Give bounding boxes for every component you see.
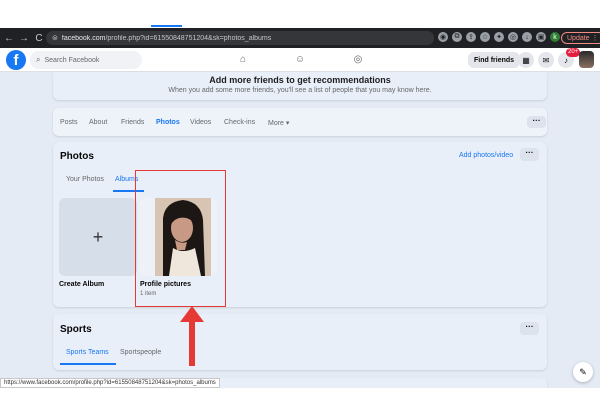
edit-compose-icon[interactable]: ✎	[573, 362, 593, 382]
messenger-icon[interactable]: ✉	[538, 52, 554, 68]
add-photos-link[interactable]: Add photos/video	[459, 152, 513, 159]
download-icon[interactable]: ↓	[522, 32, 532, 42]
side-panel-icon[interactable]: ▣	[536, 32, 546, 42]
tab-sports-teams[interactable]: Sports Teams	[66, 349, 109, 356]
update-label: Update	[567, 34, 590, 42]
site-info-icon[interactable]: ⊜	[52, 34, 58, 42]
google-lens-icon[interactable]: ◉	[438, 32, 448, 42]
bookmark-star-icon[interactable]: ☆	[480, 32, 490, 42]
photos-title: Photos	[60, 151, 94, 162]
sports-more-button[interactable]: ···	[520, 322, 539, 335]
update-button[interactable]: Update ⋮	[561, 32, 600, 44]
reload-button[interactable]: C	[33, 33, 45, 44]
groups-icon[interactable]: ◎	[351, 54, 365, 66]
create-album-tile[interactable]: +	[59, 198, 137, 276]
menu-grid-icon[interactable]: ▦	[518, 52, 534, 68]
sports-section: Sports ··· Sports Teams Sportspeople	[53, 314, 547, 370]
home-icon[interactable]: ⌂	[236, 54, 250, 66]
sports-tab-indicator	[60, 363, 116, 365]
extension-icon[interactable]: ◎	[508, 32, 518, 42]
search-input[interactable]: ⌕ Search Facebook	[30, 51, 142, 69]
search-icon: ⌕	[36, 55, 41, 64]
account-avatar[interactable]	[579, 51, 594, 68]
tab-sportspeople[interactable]: Sportspeople	[120, 349, 161, 356]
translate-icon[interactable]: ⧉	[452, 32, 462, 42]
find-friends-button[interactable]: Find friends	[468, 52, 521, 68]
top-margin	[0, 0, 600, 28]
browser-toolbar: ← → C ⊜ facebook.com/profile.php?id=6155…	[0, 28, 600, 48]
tab-friends[interactable]: Friends	[121, 119, 144, 126]
share-icon[interactable]: ⇪	[466, 32, 476, 42]
highlight-rectangle	[135, 170, 226, 307]
tab-more[interactable]: More ▾	[268, 119, 289, 127]
photos-section: Photos Add photos/video ··· Your Photos …	[53, 142, 547, 307]
tab-about[interactable]: About	[89, 119, 107, 126]
photos-more-button[interactable]: ···	[520, 148, 539, 161]
create-album-label[interactable]: Create Album	[59, 281, 104, 288]
profile-more-button[interactable]: ···	[527, 116, 546, 128]
tab-your-photos[interactable]: Your Photos	[66, 176, 104, 183]
url-path: /profile.php?id=61550848751204&sk=photos…	[105, 34, 272, 42]
recommendations-card: Add more friends to get recommendations …	[53, 72, 547, 100]
search-placeholder: Search Facebook	[44, 56, 100, 64]
user-profile-icon[interactable]: k	[550, 32, 560, 42]
tab-check-ins[interactable]: Check-ins	[224, 119, 255, 126]
url-host: facebook.com	[61, 34, 106, 42]
bottom-margin	[0, 388, 600, 400]
extension-icons: ◉ ⧉ ⇪ ☆ ✦ ◎ ↓ ▣ k	[438, 32, 560, 42]
tab-posts[interactable]: Posts	[60, 119, 78, 126]
facebook-logo-icon[interactable]: f	[6, 50, 26, 70]
address-bar[interactable]: ⊜ facebook.com/profile.php?id=6155084875…	[46, 31, 434, 45]
facebook-header: f ⌕ Search Facebook ⌂ ☺ ◎ Find friends ▦…	[0, 48, 600, 72]
forward-button[interactable]: →	[18, 33, 30, 44]
plus-icon: +	[92, 226, 104, 247]
recommendations-title: Add more friends to get recommendations	[209, 75, 391, 85]
sports-title: Sports	[60, 324, 92, 335]
extension-puzzle-icon[interactable]: ✦	[494, 32, 504, 42]
tab-photos[interactable]: Photos	[156, 119, 180, 126]
back-button[interactable]: ←	[3, 33, 15, 44]
link-status-bar: https://www.facebook.com/profile.php?id=…	[0, 378, 220, 388]
tab-videos[interactable]: Videos	[190, 119, 211, 126]
active-tab-indicator	[151, 25, 182, 27]
friends-icon[interactable]: ☺	[293, 54, 307, 66]
profile-tabs-bar: Posts About Friends Photos Videos Check-…	[53, 108, 547, 136]
pointer-arrow-icon	[180, 306, 204, 366]
address-text: facebook.com/profile.php?id=615508487512…	[62, 35, 271, 42]
recommendations-subtitle: When you add some more friends, you'll s…	[168, 87, 432, 94]
